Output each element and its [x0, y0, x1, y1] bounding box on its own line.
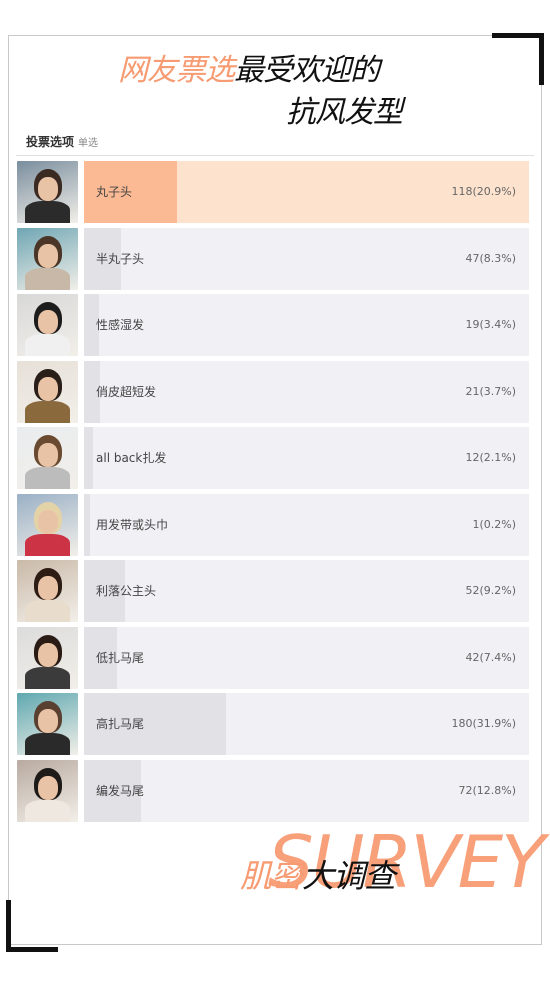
vote-bar-track: 丸子头 118(20.9%)	[84, 161, 529, 223]
divider	[16, 155, 534, 156]
vote-bar-track: 性感湿发 19(3.4%)	[84, 294, 529, 356]
vote-bar-track: 半丸子头 47(8.3%)	[84, 227, 529, 290]
photo-woman-low-ponytail-icon	[17, 626, 78, 689]
title-accent: 网友票选	[118, 53, 235, 88]
poll-option[interactable]: 性感湿发 19(3.4%)	[17, 294, 529, 356]
poll-option[interactable]: 半丸子头 47(8.3%)	[17, 227, 529, 290]
option-vote-count: 72(12.8%)	[458, 783, 516, 797]
photo-woman-half-bun-icon	[17, 227, 78, 290]
title-rest: 最受欢迎的	[234, 53, 380, 88]
poll-option[interactable]: 编发马尾 72(12.8%)	[17, 759, 529, 822]
vote-bar-track: 低扎马尾 42(7.4%)	[84, 626, 529, 689]
vote-options-label: 投票选项	[26, 135, 75, 149]
option-vote-count: 19(3.4%)	[465, 318, 516, 331]
photo-woman-all-back-icon	[17, 427, 78, 489]
page-title-line2: 抗风发型	[286, 95, 403, 130]
vote-bar-track: 编发马尾 72(12.8%)	[84, 759, 529, 822]
option-label: 俏皮超短发	[96, 384, 157, 399]
photo-woman-high-ponytail-icon	[17, 693, 78, 755]
photo-woman-sunglasses-bun-icon	[17, 161, 78, 223]
option-label: 低扎马尾	[96, 650, 145, 665]
poll-option[interactable]: 俏皮超短发 21(3.7%)	[17, 360, 529, 423]
poll-option[interactable]: 丸子头 118(20.9%)	[17, 161, 529, 223]
option-vote-count: 42(7.4%)	[465, 650, 516, 664]
single-choice-label: 单选	[78, 138, 99, 149]
poll-option[interactable]: 利落公主头 52(9.2%)	[17, 560, 529, 622]
option-vote-count: 47(8.3%)	[465, 251, 516, 265]
option-vote-count: 118(20.9%)	[451, 185, 516, 198]
option-vote-count: 180(31.9%)	[451, 717, 516, 730]
poll-option[interactable]: 用发带或头巾 1(0.2%)	[17, 493, 529, 556]
option-vote-count: 21(3.7%)	[465, 384, 516, 398]
vote-bar-track: 用发带或头巾 1(0.2%)	[84, 493, 529, 556]
option-label: 用发带或头巾	[96, 517, 169, 532]
vote-bar-fill	[84, 427, 93, 489]
option-vote-count: 12(2.1%)	[465, 451, 516, 464]
corner-bracket-top-right-v	[539, 33, 544, 85]
photo-woman-half-up-icon	[17, 560, 78, 622]
vote-bar-track: all back扎发 12(2.1%)	[84, 427, 529, 489]
option-label: 性感湿发	[96, 318, 145, 332]
option-vote-count: 52(9.2%)	[465, 584, 516, 597]
vote-bar-track: 高扎马尾 180(31.9%)	[84, 693, 529, 755]
poll-option[interactable]: all back扎发 12(2.1%)	[17, 427, 529, 489]
poll-option[interactable]: 高扎马尾 180(31.9%)	[17, 693, 529, 755]
option-vote-count: 1(0.2%)	[472, 517, 516, 531]
option-label: 利落公主头	[96, 584, 157, 598]
poll-option[interactable]: 低扎马尾 42(7.4%)	[17, 626, 529, 689]
photo-woman-wet-hair-icon	[17, 294, 78, 356]
brand-title: 肌密大调查	[240, 857, 396, 895]
page-title: 网友票选最受欢迎的	[118, 53, 380, 88]
option-label: 高扎马尾	[96, 717, 145, 731]
option-label: 丸子头	[96, 185, 133, 199]
option-label: all back扎发	[96, 451, 167, 465]
corner-bracket-bottom-left-h	[6, 947, 58, 952]
vote-bar-track: 利落公主头 52(9.2%)	[84, 560, 529, 622]
photo-woman-short-hair-icon	[17, 360, 78, 423]
corner-bracket-top-right-h	[492, 33, 544, 38]
option-label: 编发马尾	[96, 783, 145, 798]
vote-bar-fill	[84, 493, 90, 556]
photo-woman-braid-ponytail-icon	[17, 759, 78, 822]
brand-rest: 大调查	[302, 857, 396, 895]
option-label: 半丸子头	[96, 251, 145, 266]
poll-header: 投票选项 单选	[26, 131, 98, 150]
brand-accent: 肌密	[240, 857, 303, 895]
corner-bracket-bottom-left-v	[6, 900, 11, 952]
vote-bar-track: 俏皮超短发 21(3.7%)	[84, 360, 529, 423]
photo-woman-headband-icon	[17, 493, 78, 556]
